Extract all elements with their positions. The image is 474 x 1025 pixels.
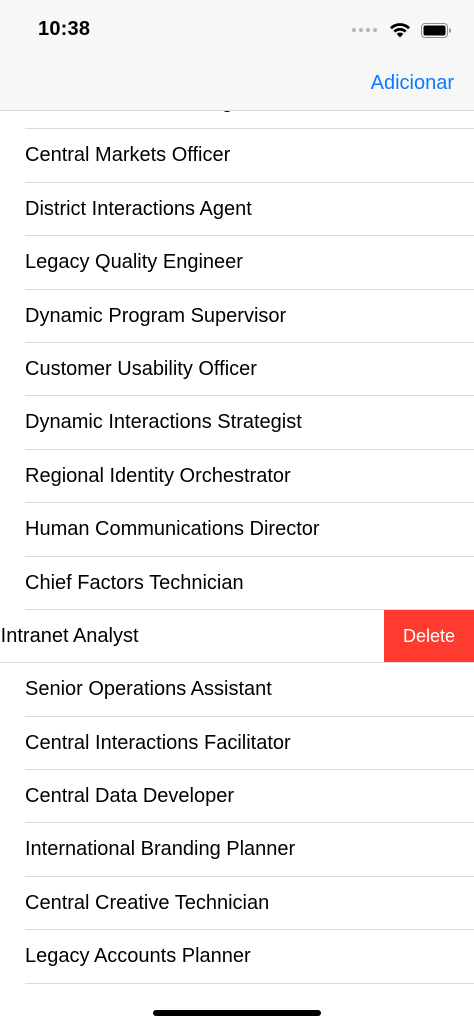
table-row-swiped[interactable]: d Intranet Analyst Delete [0, 609, 474, 664]
battery-icon [421, 22, 451, 38]
table-row[interactable]: Legacy Accounts Planner [0, 930, 474, 984]
table-row[interactable]: Regional Identity Orchestrator [0, 449, 474, 504]
row-separator [25, 982, 474, 984]
navigation-bar: Adicionar [0, 60, 474, 110]
table-row[interactable]: Senior Operations Assistant [0, 663, 474, 717]
table-row[interactable]: Legacy Quality Engineer [0, 236, 474, 290]
row-label: Senior Operations Assistant [25, 678, 272, 701]
table-row[interactable]: Dynamic Program Supervisor [0, 289, 474, 343]
table-view[interactable]: Central Markets Manager Central Markets … [0, 76, 474, 984]
table-row[interactable]: District Interactions Agent [0, 182, 474, 237]
status-icons [352, 20, 452, 40]
row-label: Central Interactions Facilitator [25, 731, 291, 754]
table-row[interactable]: Customer Usability Officer [0, 342, 474, 397]
table-row[interactable]: Central Data Developer [0, 770, 474, 824]
status-time: 10:38 [38, 18, 91, 40]
table-row[interactable]: Central Creative Technician [0, 876, 474, 931]
row-label: Regional Identity Orchestrator [25, 464, 291, 487]
row-label: Human Communications Director [25, 518, 320, 541]
row-label: Legacy Quality Engineer [25, 251, 243, 274]
top-bar: 10:38 Adicionar [0, 0, 474, 111]
wifi-icon [390, 23, 410, 38]
table-row[interactable]: International Branding Planner [0, 823, 474, 877]
delete-button[interactable]: Delete [384, 609, 474, 664]
row-label: Central Data Developer [25, 785, 234, 808]
status-bar: 10:38 [0, 0, 474, 60]
row-label: Chief Factors Technician [25, 571, 244, 594]
table-row[interactable]: Chief Factors Technician [0, 556, 474, 610]
row-label: d Intranet Analyst [0, 624, 139, 647]
row-label: Dynamic Interactions Strategist [25, 411, 302, 434]
cellular-signal-icon [352, 28, 377, 32]
add-button[interactable]: Adicionar [371, 72, 454, 95]
row-label: Central Markets Officer [25, 144, 231, 167]
row-label: Central Creative Technician [25, 891, 270, 914]
row-label: Customer Usability Officer [25, 357, 257, 380]
row-label: Legacy Accounts Planner [25, 945, 251, 968]
table-row[interactable]: Human Communications Director [0, 503, 474, 557]
row-label: Dynamic Program Supervisor [25, 304, 287, 327]
table-row[interactable]: Dynamic Interactions Strategist [0, 396, 474, 450]
row-label: District Interactions Agent [25, 197, 252, 220]
table-row[interactable]: Central Markets Officer [0, 129, 474, 183]
row-label: International Branding Planner [25, 838, 296, 861]
table-row[interactable]: Central Interactions Facilitator [0, 716, 474, 771]
home-indicator[interactable] [153, 1010, 321, 1016]
screen: Central Markets Manager Central Markets … [0, 0, 474, 1025]
